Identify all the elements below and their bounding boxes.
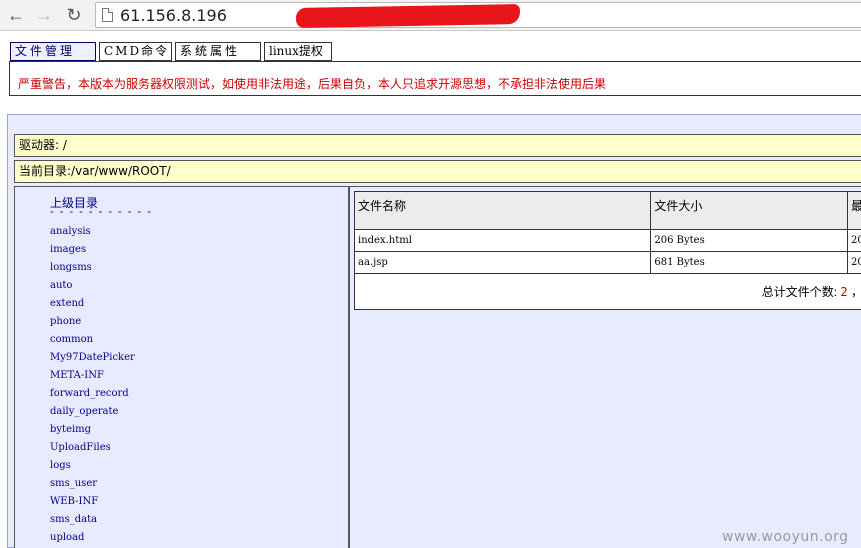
file-size-cell: 681 Bytes [650, 251, 848, 274]
total-label: 总计文件个数: [761, 285, 838, 299]
tab-linux-privilege[interactable]: linux提权 [264, 42, 332, 61]
dir-link[interactable]: WEB-INF [50, 495, 135, 513]
column-header-filesize: 文件大小 [650, 191, 848, 230]
tab-system-properties[interactable]: 系统属性 [175, 42, 261, 61]
dir-link[interactable]: daily_operate [50, 405, 135, 423]
dir-link[interactable]: longsms [50, 261, 135, 279]
dir-link[interactable]: extend [50, 297, 135, 315]
dir-link[interactable]: UploadFiles [50, 441, 135, 459]
dir-link[interactable]: forward_record [50, 387, 135, 405]
redaction-mark [295, 4, 521, 28]
file-name-cell[interactable]: index.html [353, 229, 652, 252]
tab-file-management[interactable]: 文件管理 [10, 42, 96, 61]
reload-icon[interactable]: ↻ [63, 4, 85, 26]
drive-bar: 驱动器: / [14, 134, 861, 157]
browser-toolbar: ← → ↻ 61.156.8.196 [0, 0, 861, 31]
total-separator: ， [851, 285, 861, 299]
directory-list: analysis images longsms auto extend phon… [50, 225, 135, 548]
file-size-cell: 206 Bytes [650, 229, 848, 252]
dir-link[interactable]: upload [50, 531, 135, 548]
page-icon [102, 8, 113, 22]
dir-link[interactable]: logs [50, 459, 135, 477]
dir-link[interactable]: META-INF [50, 369, 135, 387]
table-header-row: 文件名称 文件大小 最 [353, 191, 861, 230]
dir-link[interactable]: phone [50, 315, 135, 333]
dir-link[interactable]: sms_user [50, 477, 135, 495]
address-bar[interactable]: 61.156.8.196 [95, 2, 861, 28]
table-row[interactable]: index.html 206 Bytes 20 [353, 229, 861, 252]
separator-dashes: - - - - - - - - - - - [50, 206, 153, 218]
table-footer-row: 总计文件个数: 2 ， [354, 273, 861, 310]
directory-pane: 上级目录 - - - - - - - - - - - analysis imag… [14, 186, 349, 548]
url-text[interactable]: 61.156.8.196 [120, 6, 227, 25]
dir-link[interactable]: images [50, 243, 135, 261]
warning-text: 严重警告，本版本为服务器权限测试，如使用非法用途，后果自负，本人只追求开源思想，… [18, 77, 607, 91]
file-date-cell: 20 [847, 229, 861, 252]
column-header-filename: 文件名称 [353, 191, 652, 230]
file-total-cell: 总计文件个数: 2 ， [354, 273, 861, 310]
total-count: 2 [840, 285, 848, 299]
dir-link[interactable]: analysis [50, 225, 135, 243]
dir-link[interactable]: sms_data [50, 513, 135, 531]
dir-link[interactable]: common [50, 333, 135, 351]
watermark: www.wooyun.org [722, 529, 849, 545]
column-header-modified: 最 [847, 191, 861, 230]
current-directory-bar: 当前目录:/var/www/ROOT/ [14, 160, 861, 183]
forward-arrow-icon[interactable]: → [33, 4, 55, 26]
back-arrow-icon[interactable]: ← [5, 4, 27, 26]
table-row[interactable]: aa.jsp 681 Bytes 20 [353, 251, 861, 274]
dir-link[interactable]: byteimg [50, 423, 135, 441]
dir-link[interactable]: My97DatePicker [50, 351, 135, 369]
file-name-cell[interactable]: aa.jsp [353, 251, 652, 274]
dir-link[interactable]: auto [50, 279, 135, 297]
tab-cmd-command[interactable]: CMD命令 [99, 42, 172, 61]
file-table: 文件名称 文件大小 最 index.html 206 Bytes 20 aa.j… [353, 191, 861, 310]
warning-box: 严重警告，本版本为服务器权限测试，如使用非法用途，后果自负，本人只追求开源思想，… [9, 61, 861, 96]
file-date-cell: 20 [847, 251, 861, 274]
